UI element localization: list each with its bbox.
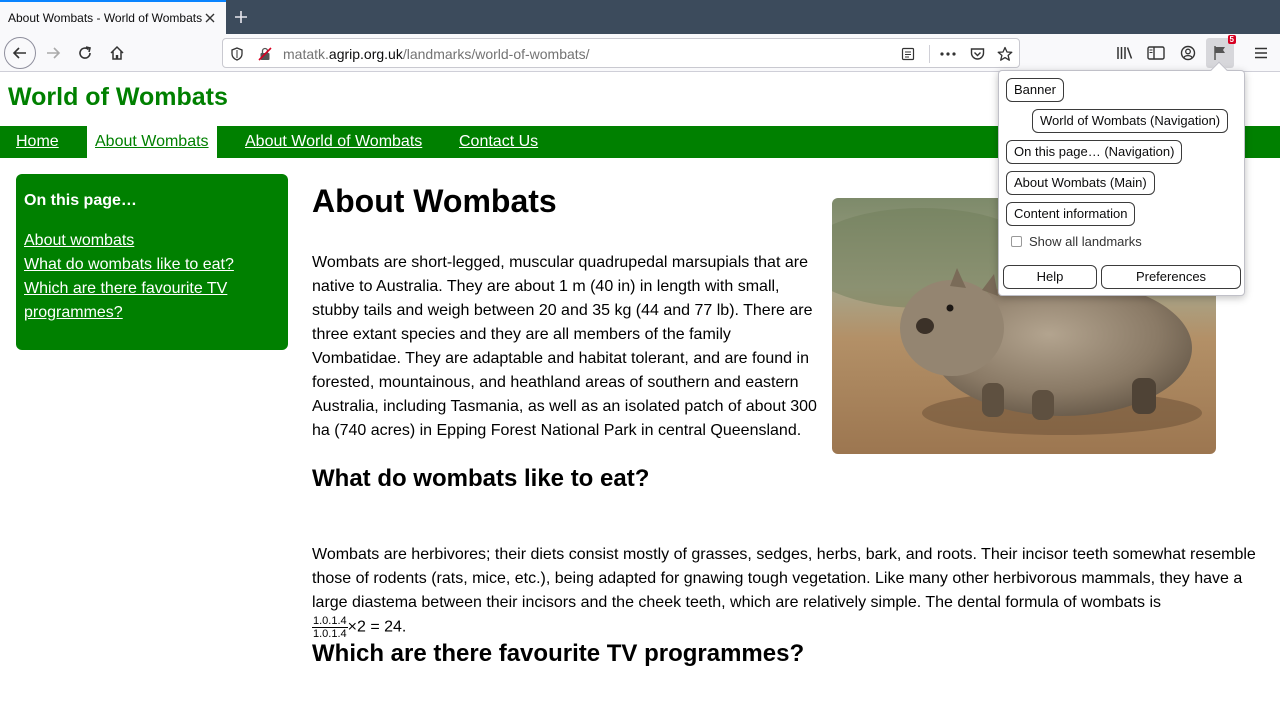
tab-active[interactable]: About Wombats - World of Wombats <box>0 0 226 34</box>
landmark-main-button[interactable]: About Wombats (Main) <box>1006 171 1155 195</box>
formula-denominator: 1.0.1.4 <box>313 628 347 640</box>
formula-numerator: 1.0.1.4 <box>312 615 348 628</box>
url-separator <box>929 45 930 63</box>
url-path: /landmarks/world-of-wombats/ <box>402 46 590 62</box>
url-bar[interactable]: matatk.agrip.org.uk/landmarks/world-of-w… <box>222 38 1020 68</box>
home-icon[interactable] <box>102 38 132 68</box>
sidebar-link-eat[interactable]: What do wombats like to eat? <box>24 256 234 273</box>
shield-icon[interactable] <box>228 45 246 63</box>
site-title: World of Wombats <box>8 83 228 111</box>
show-all-landmarks-toggle[interactable]: Show all landmarks <box>1011 234 1142 249</box>
url-host-domain: agrip.org.uk <box>328 46 403 62</box>
landmark-site-navigation-button[interactable]: World of Wombats (Navigation) <box>1032 109 1229 133</box>
formula-rest: ×2 = 24. <box>347 618 407 636</box>
sidebar-links: About wombats What do wombats like to ea… <box>24 229 280 325</box>
landmark-on-this-page-button[interactable]: On this page… (Navigation) <box>1006 140 1183 164</box>
preferences-button[interactable]: Preferences <box>1101 265 1241 289</box>
back-arrow-icon[interactable] <box>4 37 36 69</box>
account-icon[interactable] <box>1177 42 1199 64</box>
reload-icon[interactable] <box>70 38 100 68</box>
tab-title: About Wombats - World of Wombats <box>8 11 202 25</box>
intro-paragraph: Wombats are short-legged, muscular quadr… <box>312 254 817 439</box>
eat-text: Wombats are herbivores; their diets cons… <box>312 546 1256 611</box>
library-icon[interactable] <box>1114 42 1136 64</box>
url-text: matatk.agrip.org.uk/landmarks/world-of-w… <box>283 46 590 62</box>
forward-arrow-icon[interactable] <box>38 38 68 68</box>
dental-formula: 1.0.1.4 1.0.1.4 <box>312 615 348 640</box>
show-all-label: Show all landmarks <box>1029 234 1142 249</box>
nav-link-home[interactable]: Home <box>8 126 67 158</box>
nav-link-about-world-of-wombats[interactable]: About World of Wombats <box>237 126 430 158</box>
hamburger-menu-icon[interactable] <box>1250 42 1272 64</box>
landmarks-popup: Banner World of Wombats (Navigation) On … <box>998 61 1245 296</box>
landmark-content-information-button[interactable]: Content information <box>1006 202 1136 226</box>
sidebar-link-about[interactable]: About wombats <box>24 232 134 249</box>
on-this-page-sidebar: On this page… About wombats What do womb… <box>16 174 288 350</box>
landmark-banner-button[interactable]: Banner <box>1006 78 1064 102</box>
section-heading-eat: What do wombats like to eat? <box>312 465 650 492</box>
page-title: About Wombats <box>312 183 557 219</box>
list-item: What do wombats like to eat? <box>24 253 280 277</box>
list-item: Which are there favourite TV programmes? <box>24 277 280 325</box>
pocket-icon[interactable] <box>968 45 986 63</box>
sidebar-heading: On this page… <box>24 192 137 209</box>
navigation-toolbar: matatk.agrip.org.uk/landmarks/world-of-w… <box>0 34 1280 72</box>
show-all-checkbox[interactable] <box>1011 236 1022 247</box>
plus-icon[interactable] <box>226 0 256 34</box>
more-dots-icon[interactable] <box>939 45 957 63</box>
eat-paragraph: Wombats are herbivores; their diets cons… <box>312 543 1257 640</box>
close-icon[interactable] <box>202 10 218 26</box>
nav-link-about-wombats[interactable]: About Wombats <box>87 126 217 158</box>
nav-link-contact-us[interactable]: Contact Us <box>451 126 546 158</box>
extension-badge: 5 <box>1227 35 1236 44</box>
star-icon[interactable] <box>996 45 1014 63</box>
tab-strip: About Wombats - World of Wombats <box>0 0 1280 34</box>
sidebar-link-tv[interactable]: Which are there favourite TV programmes? <box>24 280 227 321</box>
list-item: About wombats <box>24 229 280 253</box>
help-button[interactable]: Help <box>1003 265 1097 289</box>
reader-view-icon[interactable] <box>899 45 917 63</box>
section-heading-tv: Which are there favourite TV programmes? <box>312 640 805 667</box>
url-host-prefix: matatk. <box>283 46 329 62</box>
insecure-lock-icon[interactable] <box>256 45 274 63</box>
sidebar-icon[interactable] <box>1145 42 1167 64</box>
